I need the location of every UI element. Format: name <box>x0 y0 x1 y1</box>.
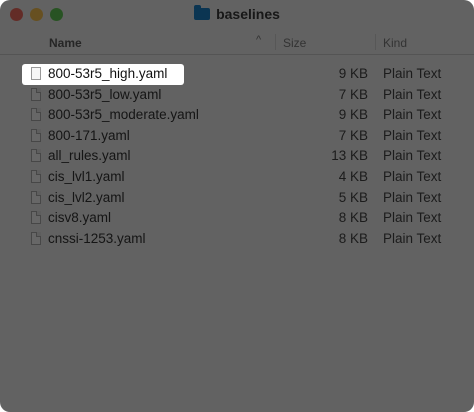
column-header-size[interactable]: Size <box>283 36 306 50</box>
file-size: 13 KB <box>331 148 368 164</box>
file-name: 800-53r5_low.yaml <box>48 86 162 102</box>
document-icon <box>31 169 41 183</box>
file-size: 9 KB <box>338 107 368 123</box>
file-name: 800-53r5_moderate.yaml <box>48 107 199 123</box>
file-kind: Plain Text <box>383 127 442 143</box>
document-icon <box>31 211 41 225</box>
file-kind: Plain Text <box>383 230 442 246</box>
file-size: 9 KB <box>338 66 368 81</box>
document-icon <box>31 231 41 245</box>
file-kind: Plain Text <box>383 107 442 123</box>
file-kind: Plain Text <box>383 189 442 205</box>
folder-icon <box>194 5 211 20</box>
file-row[interactable]: 800-53r5_low.yaml 7 KB Plain Text <box>0 85 474 106</box>
column-header-kind[interactable]: Kind <box>383 36 407 50</box>
file-name: all_rules.yaml <box>48 148 131 164</box>
document-icon <box>31 190 41 204</box>
file-kind: Plain Text <box>383 168 442 184</box>
window-title-text: baselines <box>216 6 280 22</box>
file-row[interactable]: cis_lvl1.yaml 4 KB Plain Text <box>0 167 474 188</box>
file-name: 800-171.yaml <box>48 127 130 143</box>
finder-window: baselines Name ^ Size Kind 800-53r5_high… <box>0 0 474 412</box>
file-name: cnssi-1253.yaml <box>48 230 146 246</box>
file-row[interactable]: cnssi-1253.yaml 8 KB Plain Text <box>0 229 474 250</box>
column-header: Name ^ Size Kind <box>0 30 474 55</box>
file-row[interactable]: 800-171.yaml 7 KB Plain Text <box>0 126 474 147</box>
file-kind: Plain Text <box>383 148 442 164</box>
file-row[interactable]: cisv8.yaml 8 KB Plain Text <box>0 208 474 229</box>
file-size: 8 KB <box>338 210 368 226</box>
file-size: 5 KB <box>338 189 368 205</box>
file-row[interactable]: 800-53r5_moderate.yaml 9 KB Plain Text <box>0 105 474 126</box>
document-icon <box>31 87 41 101</box>
document-icon <box>31 128 41 142</box>
file-size: 4 KB <box>338 168 368 184</box>
selected-file-name[interactable]: 800-53r5_high.yaml <box>48 66 167 81</box>
file-size: 7 KB <box>338 127 368 143</box>
document-icon <box>31 149 41 163</box>
file-size: 8 KB <box>338 230 368 246</box>
document-icon <box>31 108 41 122</box>
column-divider[interactable] <box>375 34 376 50</box>
column-header-name[interactable]: Name <box>49 36 82 50</box>
file-size: 7 KB <box>338 86 368 102</box>
file-row[interactable]: cis_lvl2.yaml 5 KB Plain Text <box>0 188 474 209</box>
file-name: cis_lvl1.yaml <box>48 168 125 184</box>
file-name: cis_lvl2.yaml <box>48 189 125 205</box>
file-kind: Plain Text <box>383 86 442 102</box>
window-title: baselines <box>0 5 474 22</box>
file-list: 800-53r5_high.yaml 9 KB Plain Text 800-5… <box>0 64 474 249</box>
sort-chevron-up-icon: ^ <box>256 34 262 46</box>
file-kind: Plain Text <box>383 210 442 226</box>
file-row[interactable]: all_rules.yaml 13 KB Plain Text <box>0 146 474 167</box>
title-bar: baselines <box>0 0 474 28</box>
column-divider[interactable] <box>275 34 276 50</box>
document-icon <box>31 67 41 80</box>
file-name: cisv8.yaml <box>48 210 112 226</box>
file-kind: Plain Text <box>383 66 442 81</box>
